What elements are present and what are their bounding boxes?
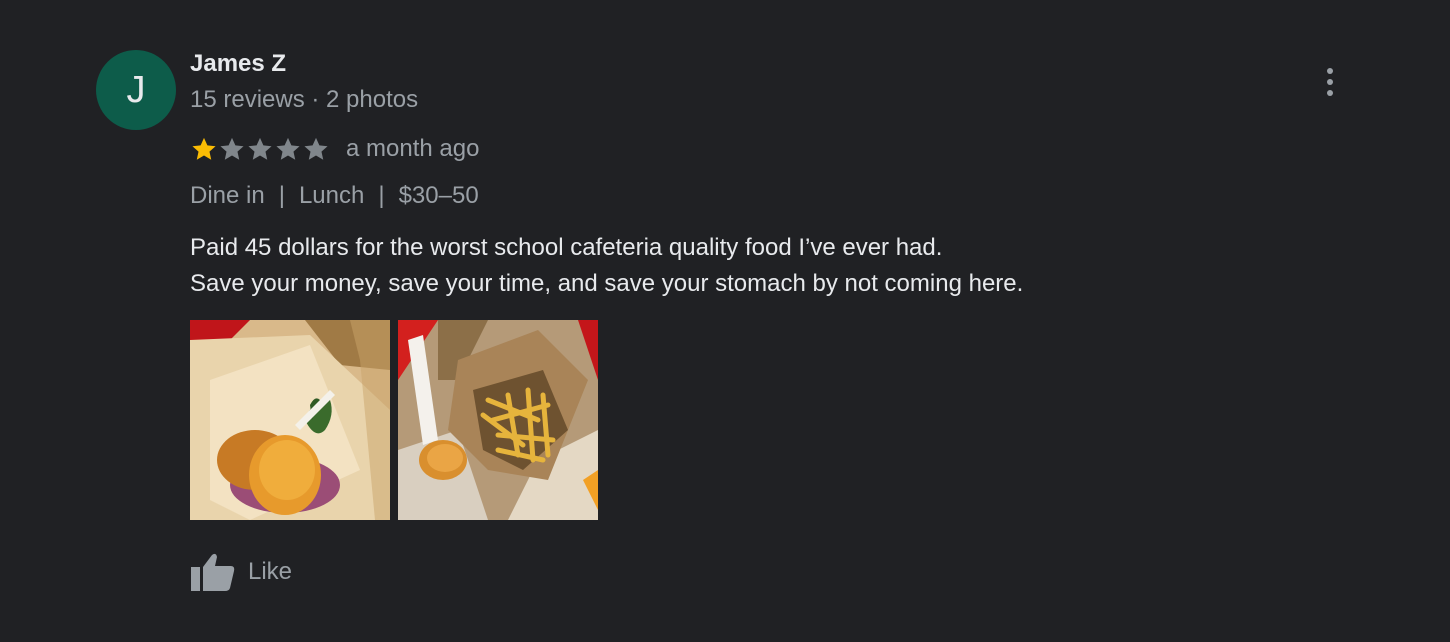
tag-dine-in: Dine in xyxy=(190,182,265,209)
review-text-line: Paid 45 dollars for the worst school caf… xyxy=(190,234,943,261)
star-icon xyxy=(304,137,328,160)
star-rating xyxy=(190,135,330,163)
star-icon xyxy=(276,137,300,160)
star-icon xyxy=(220,137,244,160)
star-icon xyxy=(192,137,216,160)
review-tags: Dine in | Lunch | $30–50 xyxy=(190,182,479,210)
tag-price: $30–50 xyxy=(398,182,479,209)
review-time: a month ago xyxy=(346,135,480,162)
review-text: Paid 45 dollars for the worst school caf… xyxy=(190,230,1290,302)
review-photo-burger[interactable] xyxy=(190,320,390,520)
avatar-initial: J xyxy=(126,68,146,111)
review-card: J James Z 15 reviews · 2 photos a month … xyxy=(0,0,1450,642)
more-vert-icon-dot xyxy=(1327,79,1333,85)
tag-meal: Lunch xyxy=(298,182,365,209)
more-vert-icon-dot xyxy=(1327,90,1333,96)
star-icon xyxy=(248,137,272,160)
more-options-button[interactable] xyxy=(1314,62,1346,102)
tag-separator: | xyxy=(278,182,285,209)
like-button[interactable]: Like xyxy=(190,550,292,594)
author-meta[interactable]: 15 reviews · 2 photos xyxy=(190,86,418,114)
review-photo-fries[interactable] xyxy=(398,320,598,520)
avatar[interactable]: J xyxy=(96,50,176,130)
thumbs-up-icon xyxy=(191,553,235,591)
like-label: Like xyxy=(248,558,293,585)
rating-row: a month ago xyxy=(190,132,479,166)
more-vert-icon xyxy=(1327,68,1333,74)
review-photos xyxy=(190,320,598,520)
review-text-line: Save your money, save your time, and sav… xyxy=(190,270,1024,297)
author-name[interactable]: James Z xyxy=(190,50,286,78)
tag-separator: | xyxy=(378,182,385,209)
